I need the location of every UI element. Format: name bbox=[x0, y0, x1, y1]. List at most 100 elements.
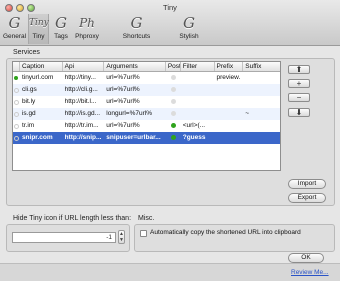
caption-cell[interactable]: tinyurl.com bbox=[20, 72, 63, 84]
api-cell[interactable]: http://is.gd... bbox=[63, 108, 105, 120]
plus-icon: + bbox=[296, 79, 302, 88]
enabled-cell[interactable] bbox=[13, 99, 20, 105]
hide-icon-label: Hide Tiny icon if URL length less than: bbox=[13, 215, 132, 222]
caption-cell[interactable]: cli.gs bbox=[20, 84, 63, 96]
enabled-cell[interactable] bbox=[13, 76, 20, 80]
remove-service-button[interactable]: − bbox=[288, 93, 310, 102]
arrow-up-icon: ⬆ bbox=[295, 65, 303, 74]
arrow-down-icon: ⬇ bbox=[295, 108, 303, 117]
table-row[interactable]: bit.ly http://bit.l... url=%7url% bbox=[13, 96, 280, 108]
filter-cell[interactable]: ?guess bbox=[181, 132, 215, 144]
table-row[interactable]: cli.gs http://cli.g... url=%7url% bbox=[13, 84, 280, 96]
api-cell[interactable]: http://tr.im... bbox=[63, 120, 105, 132]
filter-cell[interactable]: <url>(... bbox=[181, 120, 215, 132]
preferences-window: Tiny G General Tiny Tiny G Tags Ph Phpro… bbox=[0, 0, 340, 281]
enabled-cell[interactable] bbox=[13, 135, 20, 141]
col-caption-header[interactable]: Caption bbox=[20, 62, 63, 71]
caption-cell[interactable]: bit.ly bbox=[20, 96, 63, 108]
min-url-length-field[interactable]: -1 bbox=[12, 232, 116, 243]
enabled-indicator-icon[interactable] bbox=[13, 99, 19, 105]
table-body: tinyurl.com http://tiny... url=%7url% previ… bbox=[13, 72, 280, 144]
services-table[interactable]: Caption Api Arguments Post Filter Prefix… bbox=[12, 61, 281, 171]
arguments-cell[interactable]: url=%7url% bbox=[104, 96, 166, 108]
min-url-length-stepper[interactable]: ▲ ▼ bbox=[118, 230, 125, 244]
table-row[interactable]: snipr.com http://snip... snipuser=urlbar..… bbox=[13, 132, 280, 144]
tags-icon: G bbox=[55, 14, 67, 32]
api-cell[interactable]: http://tiny... bbox=[63, 72, 105, 84]
general-icon: G bbox=[8, 14, 21, 32]
arguments-cell[interactable]: snipuser=urlbar... bbox=[104, 132, 166, 144]
table-row[interactable]: is.gd http://is.gd... longurl=%7url% ~ bbox=[13, 108, 280, 120]
api-cell[interactable]: http://bit.l... bbox=[63, 96, 105, 108]
misc-label: Misc. bbox=[138, 215, 155, 222]
enabled-cell[interactable] bbox=[13, 123, 20, 129]
col-prefix-header[interactable]: Prefix bbox=[215, 62, 244, 71]
shortcuts-icon: G bbox=[130, 14, 143, 32]
table-header: Caption Api Arguments Post Filter Prefix… bbox=[13, 62, 280, 72]
enabled-cell[interactable] bbox=[13, 87, 20, 93]
window-title: Tiny bbox=[163, 3, 177, 12]
col-suffix-header[interactable]: Suffix bbox=[243, 62, 280, 71]
suffix-cell[interactable]: ~ bbox=[243, 108, 280, 120]
enabled-indicator-icon[interactable] bbox=[13, 87, 19, 93]
post-indicator-icon[interactable] bbox=[170, 110, 176, 116]
tab-phproxy-label: Phproxy bbox=[75, 33, 99, 40]
col-post-header[interactable]: Post bbox=[166, 62, 181, 71]
post-indicator-icon[interactable] bbox=[170, 122, 176, 128]
post-cell[interactable] bbox=[166, 132, 181, 145]
prefix-cell[interactable]: preview. bbox=[214, 72, 243, 84]
services-section-label: Services bbox=[13, 49, 40, 56]
enabled-cell[interactable] bbox=[13, 111, 20, 117]
arguments-cell[interactable]: url=%7url% bbox=[104, 72, 166, 84]
minus-icon: − bbox=[296, 93, 302, 102]
add-service-button[interactable]: + bbox=[288, 79, 310, 88]
title-toolbar: Tiny G General Tiny Tiny G Tags Ph Phpro… bbox=[0, 0, 340, 46]
import-button[interactable]: Import bbox=[288, 179, 326, 189]
phproxy-icon: Ph bbox=[79, 16, 95, 30]
tab-tiny[interactable]: Tiny Tiny bbox=[28, 14, 49, 44]
col-enabled-header[interactable] bbox=[13, 62, 20, 71]
caption-cell[interactable]: tr.im bbox=[20, 120, 63, 132]
arguments-cell[interactable]: longurl=%7url% bbox=[104, 108, 166, 120]
tiny-icon: Tiny bbox=[29, 18, 49, 28]
caption-cell[interactable]: snipr.com bbox=[20, 132, 63, 144]
auto-copy-checkbox[interactable] bbox=[140, 230, 147, 237]
enabled-indicator-icon[interactable] bbox=[13, 111, 19, 117]
stepper-down-icon[interactable]: ▼ bbox=[119, 237, 124, 243]
export-button[interactable]: Export bbox=[288, 193, 326, 203]
api-cell[interactable]: http://cli.g... bbox=[63, 84, 105, 96]
post-indicator-icon[interactable] bbox=[170, 74, 176, 80]
tab-shortcuts[interactable]: G Shortcuts bbox=[104, 14, 169, 44]
ok-button[interactable]: OK bbox=[288, 253, 324, 263]
tab-stylish[interactable]: G Stylish bbox=[172, 14, 206, 44]
col-filter-header[interactable]: Filter bbox=[181, 62, 215, 71]
table-row[interactable]: tr.im http://tr.im... url=%7url% <url>(... bbox=[13, 120, 280, 132]
arguments-cell[interactable]: url=%7url% bbox=[104, 120, 166, 132]
col-arguments-header[interactable]: Arguments bbox=[104, 62, 166, 71]
auto-copy-label[interactable]: Automatically copy the shortened URL int… bbox=[150, 229, 301, 236]
tab-shortcuts-label: Shortcuts bbox=[122, 33, 151, 40]
post-indicator-icon[interactable] bbox=[170, 86, 176, 92]
tab-tags-label: Tags bbox=[54, 33, 68, 40]
api-cell[interactable]: http://snip... bbox=[63, 132, 105, 144]
tab-general[interactable]: G General bbox=[2, 14, 27, 44]
tab-tags[interactable]: G Tags bbox=[51, 14, 71, 44]
tab-tiny-label: Tiny bbox=[32, 33, 45, 40]
arguments-cell[interactable]: url=%7url% bbox=[104, 84, 166, 96]
tab-general-label: General bbox=[2, 33, 27, 40]
col-api-header[interactable]: Api bbox=[63, 62, 105, 71]
stylish-icon: G bbox=[183, 14, 195, 32]
table-row[interactable]: tinyurl.com http://tiny... url=%7url% previ… bbox=[13, 72, 280, 84]
move-down-button[interactable]: ⬇ bbox=[288, 108, 310, 117]
tab-phproxy[interactable]: Ph Phproxy bbox=[72, 14, 102, 44]
move-up-button[interactable]: ⬆ bbox=[288, 65, 310, 74]
bottom-bar bbox=[0, 263, 340, 281]
enabled-indicator-icon[interactable] bbox=[13, 123, 19, 129]
review-me-link[interactable]: Review Me... bbox=[291, 269, 329, 276]
enabled-indicator-icon[interactable] bbox=[13, 135, 19, 141]
tab-stylish-label: Stylish bbox=[179, 33, 199, 40]
caption-cell[interactable]: is.gd bbox=[20, 108, 63, 120]
post-indicator-icon[interactable] bbox=[170, 98, 176, 104]
post-indicator-icon[interactable] bbox=[170, 134, 176, 140]
enabled-indicator-icon[interactable] bbox=[14, 76, 19, 80]
